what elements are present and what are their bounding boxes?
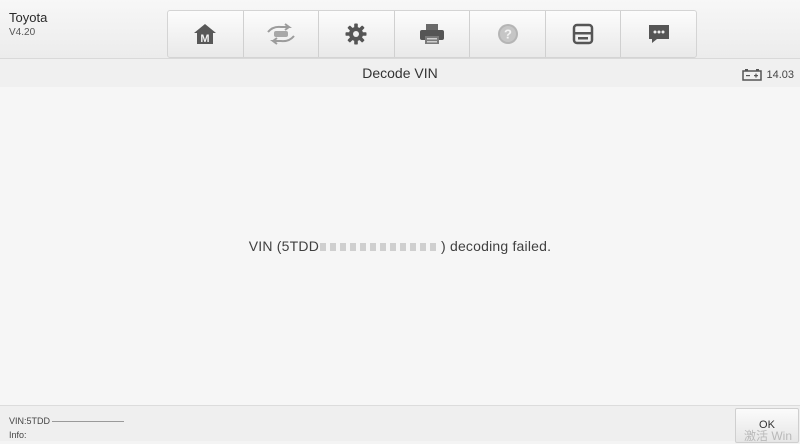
- svg-text:?: ?: [504, 27, 512, 42]
- help-button[interactable]: ?: [470, 11, 546, 57]
- message-suffix: ) decoding failed.: [441, 238, 552, 254]
- battery-voltage: 14.03: [766, 69, 794, 81]
- gear-icon: [345, 23, 367, 45]
- app-name: Toyota: [9, 10, 48, 25]
- message-button[interactable]: [621, 11, 696, 57]
- save-button[interactable]: [546, 11, 622, 57]
- message-icon: [648, 25, 669, 43]
- vehicle-swap-icon: [267, 23, 295, 45]
- help-icon: ?: [497, 24, 518, 44]
- status-message: VIN (5TDD ) decoding failed.: [0, 238, 800, 254]
- app-version: V4.20: [9, 27, 36, 38]
- save-icon: [572, 23, 594, 45]
- footer-vin: VIN:5TDD: [9, 416, 125, 426]
- vin-redacted: [320, 243, 440, 252]
- footer-bar: VIN:5TDD Info: OK: [0, 405, 800, 443]
- top-bar: Toyota V4.20 M ?: [0, 0, 800, 58]
- home-button[interactable]: M: [168, 11, 244, 57]
- battery-icon: [742, 69, 763, 81]
- footer-info: Info:: [9, 430, 27, 440]
- svg-text:M: M: [201, 33, 210, 45]
- footer-vin-redacted: [52, 421, 125, 423]
- content-area: VIN (5TDD ) decoding failed.: [0, 87, 800, 405]
- page-title: Decode VIN: [362, 65, 438, 81]
- print-button[interactable]: [395, 11, 471, 57]
- activation-watermark: 激活 Win: [744, 429, 793, 443]
- settings-button[interactable]: [319, 11, 395, 57]
- title-bar: Decode VIN 14.03: [0, 58, 800, 88]
- message-prefix: VIN (5TDD: [248, 238, 319, 254]
- main-toolbar: M ?: [167, 10, 697, 58]
- vehicle-swap-button[interactable]: [244, 11, 320, 57]
- home-icon: M: [194, 24, 217, 45]
- battery-status: 14.03: [742, 69, 794, 81]
- printer-icon: [420, 24, 445, 44]
- footer-vin-label: VIN:5TDD: [9, 416, 51, 426]
